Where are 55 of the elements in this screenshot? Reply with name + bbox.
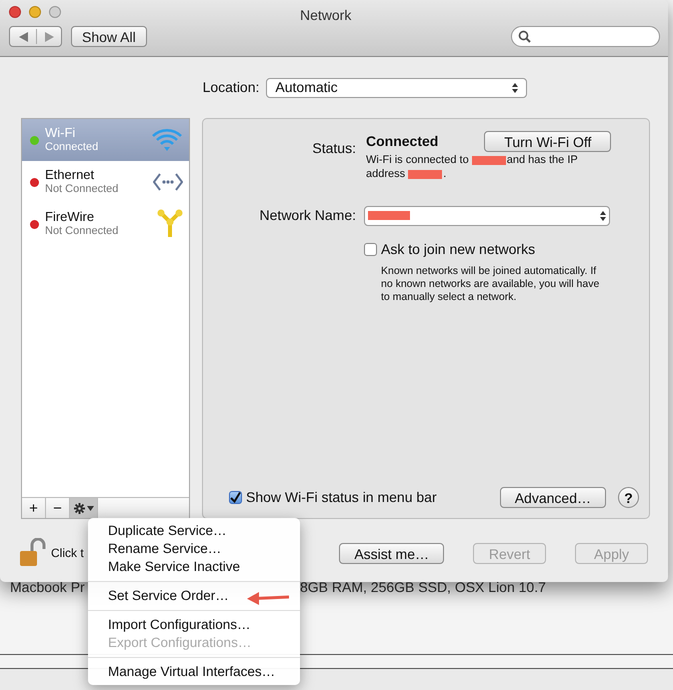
search-field[interactable] xyxy=(511,26,660,47)
location-label: Location: xyxy=(202,78,260,97)
back-arrow-icon[interactable] xyxy=(19,32,28,42)
network-name-label: Network Name: xyxy=(258,206,356,225)
service-status: Connected xyxy=(45,140,100,155)
menu-item[interactable]: Rename Service… xyxy=(88,540,300,558)
search-icon xyxy=(518,30,531,43)
checkbox[interactable] xyxy=(364,243,377,256)
network-name-popup[interactable] xyxy=(364,206,610,226)
location-popup[interactable]: Automatic xyxy=(266,78,528,98)
checkbox-label: Show Wi-Fi status in menu bar xyxy=(246,488,437,507)
status-description: Wi-Fi is connected to and has the IP address . xyxy=(366,153,579,181)
service-status: Not Connected xyxy=(45,224,120,239)
wifi-icon xyxy=(151,127,183,153)
turn-wifi-off-button[interactable]: Turn Wi-Fi Off xyxy=(484,131,612,152)
checkbox-label: Ask to join new networks xyxy=(381,240,536,259)
help-text: Known networks will be joined automatically. If no known networks are available, you will have to manually select a network. xyxy=(381,265,600,304)
service-status: Not Connected xyxy=(45,182,120,197)
menu-item[interactable]: Make Service Inactive xyxy=(88,558,300,576)
checkbox[interactable] xyxy=(229,491,242,504)
menu-item[interactable]: Duplicate Service… xyxy=(88,522,300,540)
dialog-button[interactable]: Assist me… xyxy=(339,542,444,564)
forward-arrow-icon[interactable] xyxy=(45,32,54,42)
gear-icon xyxy=(74,502,84,514)
updown-arrows-icon xyxy=(600,210,606,220)
status-label: Status: xyxy=(311,139,356,158)
menu-item[interactable]: Manage Virtual Interfaces… xyxy=(88,663,300,681)
zoom-button[interactable] xyxy=(49,6,61,18)
add-button[interactable]: + xyxy=(22,498,46,518)
service-item[interactable]: FireWire Not Connected xyxy=(22,203,189,245)
menu-item[interactable]: Set Service Order… xyxy=(88,587,300,605)
firewire-icon xyxy=(157,209,183,239)
minimize-button[interactable] xyxy=(29,6,41,18)
service-name: Wi-Fi xyxy=(45,125,76,140)
action-menu-button[interactable] xyxy=(70,498,98,518)
caret-icon xyxy=(86,506,94,510)
status-value: Connected xyxy=(366,132,438,151)
ethernet-icon xyxy=(153,172,183,192)
advanced-button[interactable]: Advanced… xyxy=(500,487,606,508)
show-all-button[interactable]: Show All xyxy=(71,26,147,47)
window-title: Network xyxy=(300,6,352,25)
menu-item[interactable]: Import Configurations… xyxy=(88,616,300,634)
redaction-mark xyxy=(368,211,410,220)
service-item[interactable]: Ethernet Not Connected xyxy=(22,161,189,203)
arrow-annotation xyxy=(247,592,289,605)
background-text: 8GB RAM, 256GB SSD, OSX Lion 10.7 xyxy=(300,578,546,597)
lock-label: Click t xyxy=(51,545,84,562)
background-text: Macbook Pr xyxy=(10,578,85,597)
padlock-icon xyxy=(20,538,46,568)
service-name: Ethernet xyxy=(45,167,96,182)
help-button[interactable]: ? xyxy=(618,487,639,508)
updown-arrows-icon xyxy=(512,82,518,92)
back-forward-control[interactable] xyxy=(9,26,62,47)
close-button[interactable] xyxy=(9,6,21,18)
service-name: FireWire xyxy=(45,209,96,224)
